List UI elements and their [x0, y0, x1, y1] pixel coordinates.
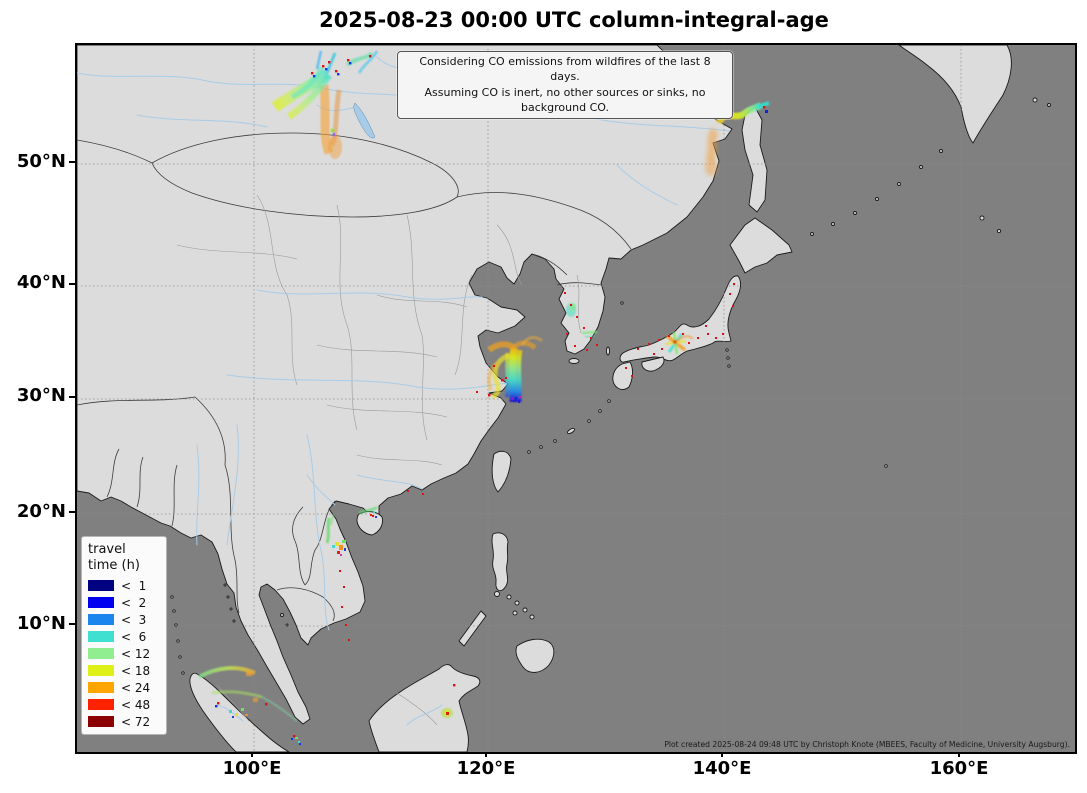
figure-canvas: { "title": "2025-08-23 00:00 UTC column-…	[0, 0, 1087, 793]
legend-swatch	[88, 665, 114, 676]
lat-label-20n: 20°N	[0, 501, 66, 522]
legend-swatch	[88, 580, 114, 591]
legend-row: < 72	[88, 716, 160, 728]
lon-label-140e: 140°E	[682, 758, 762, 779]
legend-label: < 48	[121, 698, 150, 712]
legend-label: < 18	[121, 664, 150, 678]
legend-travel-time: travel time (h) < 1 < 2 < 3 < 6 < 12 < 1…	[81, 536, 167, 735]
legend-row: < 12	[88, 648, 160, 660]
geography-layer	[77, 45, 1075, 752]
legend-swatch	[88, 716, 114, 727]
legend-label: < 72	[121, 715, 150, 729]
lon-label-160e: 160°E	[919, 758, 999, 779]
legend-swatch	[88, 682, 114, 693]
legend-row: < 48	[88, 699, 160, 711]
legend-row: < 24	[88, 682, 160, 694]
legend-swatch	[88, 631, 114, 642]
legend-label: < 3	[121, 613, 146, 627]
legend-title-line-2: time (h)	[88, 558, 160, 574]
legend-row: < 2	[88, 597, 160, 609]
legend-label: < 1	[121, 579, 146, 593]
legend-label: < 2	[121, 596, 146, 610]
legend-swatch	[88, 614, 114, 625]
lon-label-120e: 120°E	[446, 758, 526, 779]
legend-swatch	[88, 699, 114, 710]
lat-label-10n: 10°N	[0, 613, 66, 634]
lat-label-50n: 50°N	[0, 151, 66, 172]
lon-label-100e: 100°E	[212, 758, 292, 779]
legend-row: < 1	[88, 580, 160, 592]
annotation-line-2: Assuming CO is inert, no other sources o…	[404, 85, 726, 116]
plot-title: 2025-08-23 00:00 UTC column-integral-age	[75, 8, 1073, 32]
lat-label-30n: 30°N	[0, 385, 66, 406]
lat-label-40n: 40°N	[0, 272, 66, 293]
legend-row: < 6	[88, 631, 160, 643]
map-canvas: Considering CO emissions from wildfires …	[75, 43, 1077, 754]
legend-label: < 24	[121, 681, 150, 695]
annotation-line-1: Considering CO emissions from wildfires …	[404, 54, 726, 85]
legend-title-line-1: travel	[88, 542, 160, 558]
legend-row: < 3	[88, 614, 160, 626]
legend-swatch	[88, 597, 114, 608]
legend-swatch	[88, 648, 114, 659]
legend-label: < 6	[121, 630, 146, 644]
legend-label: < 12	[121, 647, 150, 661]
legend-row: < 18	[88, 665, 160, 677]
annotation-box: Considering CO emissions from wildfires …	[397, 51, 733, 119]
credit-line: Plot created 2025-08-24 09:48 UTC by Chr…	[664, 740, 1070, 749]
